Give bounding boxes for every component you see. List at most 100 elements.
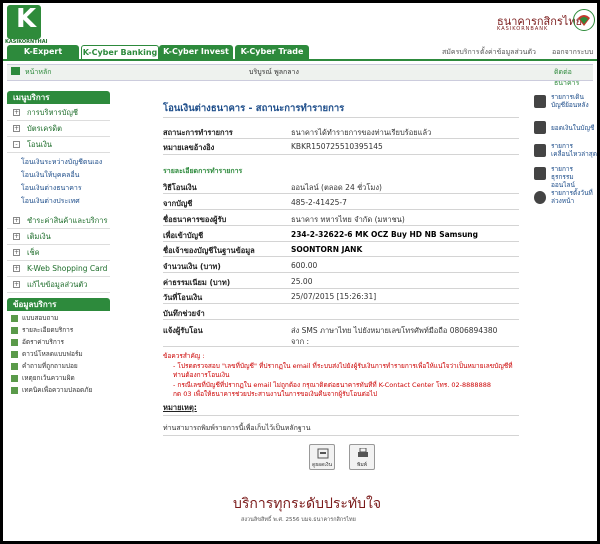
shortcut-history[interactable]: รายการเดิน บัญชีย้อนหลัง	[551, 93, 589, 109]
menu-item-label: K-Web Shopping Card	[27, 264, 108, 273]
important-line: กด 03 เพื่อให้ธนาคารช่วยประสานงานในการขอ…	[173, 390, 378, 398]
balance-icon	[317, 448, 329, 459]
shortcut-label: ธุรกรรมออนไลน์	[551, 173, 575, 189]
expand-icon: +	[13, 125, 20, 132]
service-download-forms[interactable]: ดาวน์โหลดแบบฟอร์ม	[11, 349, 83, 359]
divider	[163, 319, 519, 320]
row-value: ส่ง SMS ภาษาไทย ไปยังหมายเลขโทรศัพท์มือถ…	[291, 326, 498, 335]
bank-emblem-icon	[573, 9, 595, 31]
collapse-icon: -	[13, 141, 20, 148]
service-fees[interactable]: อัตราค่าบริการ	[11, 337, 64, 347]
money-bag-icon[interactable]	[534, 121, 546, 134]
service-label: แบบสอบถาม	[22, 314, 59, 322]
submenu-interbank-transfer[interactable]: โอนเงินต่างธนาคาร	[21, 183, 82, 194]
footer-slogan: บริการทุกระดับประทับใจ	[233, 496, 382, 512]
menu-item-credit-card[interactable]: + บัตรเครดิต	[7, 121, 110, 137]
shortcut-label: ล่วงหน้า	[551, 197, 575, 205]
menu-item-account-management[interactable]: + การบริหารบัญชี	[7, 105, 110, 121]
service-label: คำถามที่ถูกถามบ่อย	[22, 362, 78, 370]
shortcut-label: บัญชีย้อนหลัง	[551, 101, 589, 109]
service-security-tips[interactable]: เทคนิคเพื่อความปลอดภัย	[11, 385, 92, 395]
service-disclaimer[interactable]: เหตุยกเว้นความผิด	[11, 373, 75, 383]
divider	[163, 288, 519, 289]
expand-icon: +	[13, 217, 20, 224]
submenu-international-transfer[interactable]: โอนเงินต่างประเทศ	[21, 196, 80, 207]
print-label: พิมพ์	[357, 462, 367, 468]
reference-label: หมายเลขอ้างอิง	[163, 143, 215, 152]
register-link[interactable]: สมัครบริการ	[442, 47, 479, 58]
menu-item-label: ชำระค่าสินค้าและบริการ	[27, 216, 108, 225]
row-value: 234-2-32622-6 MK OCZ Buy HD NB Samsung	[291, 230, 479, 239]
warning-icon	[11, 374, 18, 382]
contact-bank-link[interactable]: ติดต่อธนาคาร	[554, 67, 597, 89]
divider	[163, 303, 519, 304]
reference-value: KBKR150725510395145	[291, 142, 383, 151]
statement-icon[interactable]	[534, 144, 546, 157]
submenu-third-party-transfer[interactable]: โอนเงินให้บุคคลอื่น	[21, 170, 79, 181]
personal-settings-link[interactable]: ตั้งค่าข้อมูลส่วนตัว	[480, 47, 536, 58]
menu-item-label: การบริหารบัญชี	[27, 108, 78, 117]
service-details[interactable]: รายละเอียดบริการ	[11, 325, 73, 335]
menu-item-label: เช็ค	[27, 248, 40, 257]
user-name: บริบูรณ์ พูลกลาง	[249, 68, 299, 76]
shortcut-online-transactions[interactable]: รายการ ธุรกรรมออนไลน์	[551, 165, 597, 189]
expand-icon: +	[13, 233, 20, 240]
shortcut-label: รายการ	[551, 165, 574, 173]
divider	[163, 209, 519, 210]
menu-item-label: บัตรเครดิต	[27, 124, 63, 133]
status-bar	[7, 64, 593, 81]
row-value: 485-2-41425-7	[291, 198, 347, 207]
shortcut-recent-movements[interactable]: รายการ เคลื่อนไหวล่าสุด	[551, 142, 597, 158]
printer-icon	[358, 448, 368, 457]
logout-link[interactable]: ออกจากระบบ	[552, 47, 593, 58]
menu-item-edit-profile[interactable]: + แก้ไขข้อมูลส่วนตัว	[7, 277, 110, 293]
shortcut-label: รายการเดิน	[551, 93, 584, 101]
home-icon[interactable]	[11, 67, 20, 75]
remark-title: หมายเหตุ:	[163, 403, 197, 412]
menu-item-transfer[interactable]: - โอนเงิน	[7, 137, 110, 153]
service-label: รายละเอียดบริการ	[22, 326, 74, 334]
divider	[163, 241, 519, 242]
bank-name-english: KASIKORNBANK	[497, 26, 549, 32]
divider	[163, 415, 519, 416]
view-balance-label: ดูยอดเงิน	[312, 462, 332, 468]
menu-item-cheque[interactable]: + เช็ค	[7, 245, 110, 261]
divider	[163, 117, 519, 118]
view-balance-button[interactable]: ดูยอดเงิน	[309, 444, 335, 470]
clock-icon[interactable]	[534, 191, 546, 204]
download-icon	[11, 350, 18, 358]
browser-frame: K KASIKORNTHAI ธนาคารกสิกรไทย KASIKORNBA…	[3, 3, 597, 541]
divider	[163, 193, 519, 194]
service-label: ดาวน์โหลดแบบฟอร์ม	[22, 350, 83, 358]
shortcut-balance[interactable]: ยอดเงินในบัญชี	[551, 124, 594, 132]
service-label: เหตุยกเว้นความผิด	[22, 374, 75, 382]
menu-item-top-up[interactable]: + เติมเงิน	[7, 229, 110, 245]
online-transactions-icon[interactable]	[534, 167, 546, 180]
shortcut-scheduled[interactable]: รายการตั้งวันที่ ล่วงหน้า	[551, 189, 593, 205]
question-icon	[11, 362, 18, 370]
logo-letter: K	[16, 4, 37, 34]
menu-item-label: โอนเงิน	[27, 140, 53, 149]
row-label: แจ้งผู้รับโอน	[163, 326, 203, 335]
history-icon[interactable]	[534, 95, 546, 108]
expand-icon: +	[13, 265, 20, 272]
menu-item-k-web-shopping-card[interactable]: + K-Web Shopping Card	[7, 261, 110, 277]
service-faq[interactable]: คำถามที่ถูกถามบ่อย	[11, 361, 78, 371]
tab-k-cyber-banking[interactable]: K-Cyber Banking	[81, 45, 159, 59]
important-line: ท่านต้องการโอนเงิน	[173, 371, 230, 379]
shortcut-label: รายการ	[551, 142, 574, 150]
section-title: รายละเอียดการทำรายการ	[163, 167, 243, 175]
row-value: 25.00	[291, 277, 313, 286]
print-button[interactable]: พิมพ์	[349, 444, 375, 470]
tab-k-cyber-invest[interactable]: K-Cyber Invest	[159, 45, 233, 59]
home-link[interactable]: หน้าหลัก	[25, 67, 51, 78]
services-title: ข้อมูลบริการ	[7, 298, 110, 311]
expand-icon: +	[13, 281, 20, 288]
tab-k-cyber-trade[interactable]: K-Cyber Trade	[235, 45, 309, 59]
menu-item-bill-payment[interactable]: + ชำระค่าสินค้าและบริการ	[7, 213, 110, 229]
star-icon	[11, 326, 18, 334]
service-survey[interactable]: แบบสอบถาม	[11, 313, 58, 323]
image-watermark: [941x825] http://upic.me/	[458, 524, 594, 534]
tab-k-expert-myport[interactable]: K-Expert MyPort	[7, 45, 79, 70]
submenu-own-account-transfer[interactable]: โอนเงินระหว่างบัญชีตนเอง	[21, 157, 102, 168]
